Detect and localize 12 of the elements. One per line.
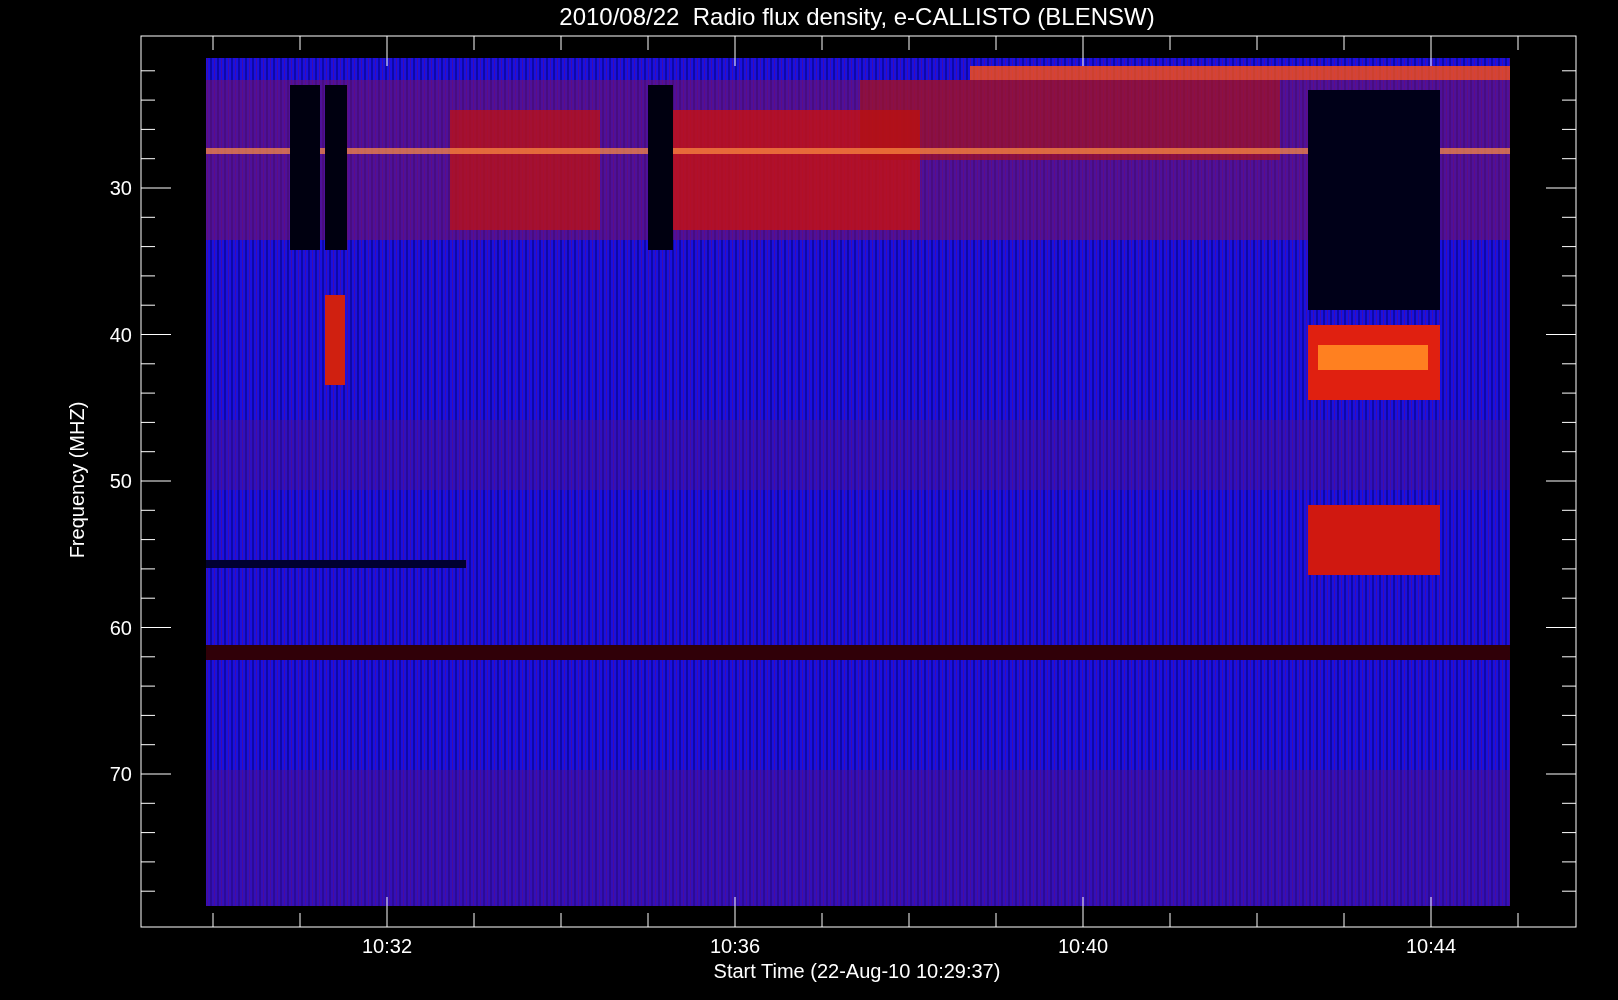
y-tick-label: 60 xyxy=(109,616,132,639)
x-tick-label: 10:32 xyxy=(361,935,413,957)
x-tick-label: 10:40 xyxy=(1057,935,1109,957)
x-tick-label: 10:36 xyxy=(709,935,761,957)
y-tick-label: 70 xyxy=(109,763,132,785)
y-axis-label: Frequency (MHZ) xyxy=(66,401,88,559)
y-tick-label: 40 xyxy=(109,323,132,346)
chart-title: 2010/08/22 Radio flux density, e-CALLISTO (BLENSW) xyxy=(559,3,1155,30)
x-axis-label: Start Time (22-Aug-10 10:29:37) xyxy=(713,960,1001,982)
y-tick-label: 50 xyxy=(109,470,132,492)
x-tick-label: 10:44 xyxy=(1405,935,1457,957)
y-tick-label: 30 xyxy=(109,177,132,199)
